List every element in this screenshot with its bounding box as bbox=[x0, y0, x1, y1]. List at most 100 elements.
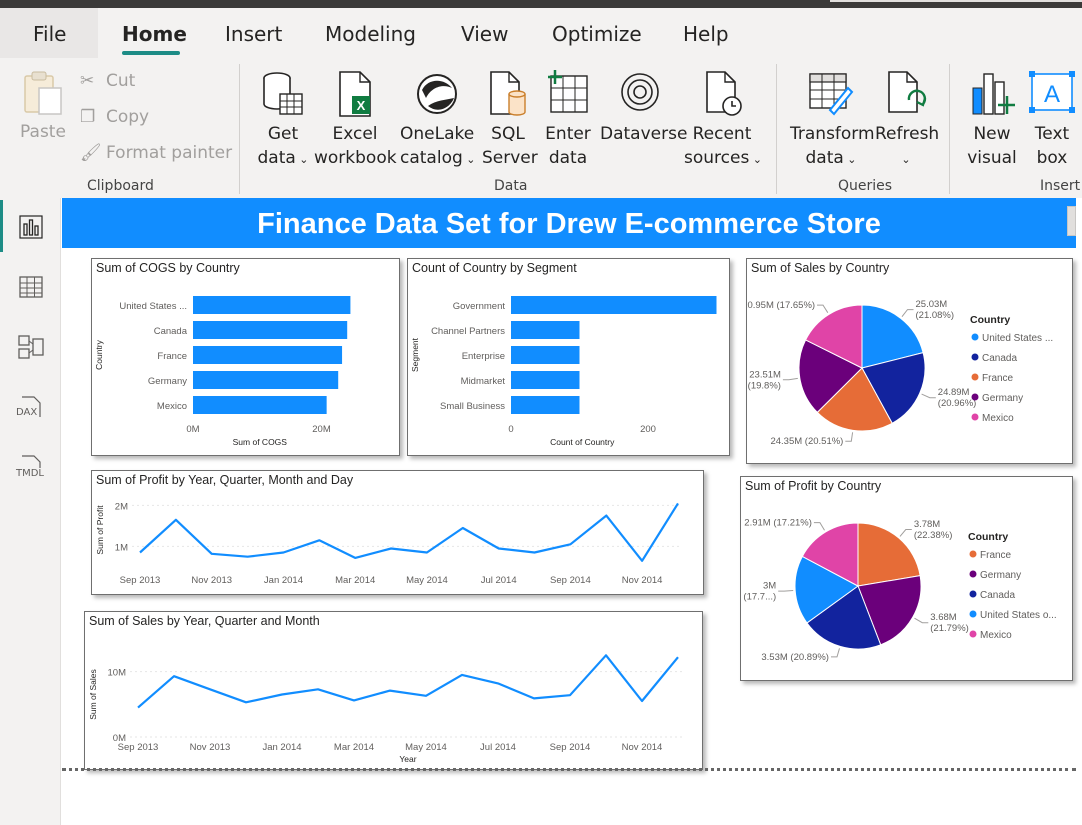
x-tick-label: Nov 2013 bbox=[190, 742, 231, 753]
x-tick-label: Nov 2014 bbox=[622, 575, 663, 586]
onelake-catalog-button[interactable]: OneLake catalog ⌄ bbox=[400, 70, 476, 172]
segment-bar-chart: Government Channel Partners Enterprise Midm… bbox=[410, 296, 717, 447]
chevron-down-icon: ⌄ bbox=[901, 153, 911, 166]
legend-marker bbox=[969, 630, 977, 638]
onelake-label-2: catalog bbox=[400, 148, 463, 168]
copy-button[interactable]: ❐ Copy bbox=[80, 107, 149, 127]
legend-item: United States ... bbox=[982, 333, 1053, 344]
onelake-icon bbox=[417, 74, 457, 114]
legend-marker bbox=[969, 570, 977, 578]
category-label: Midmarket bbox=[461, 376, 506, 387]
tab-home[interactable]: Home bbox=[122, 22, 187, 46]
bar bbox=[193, 346, 343, 364]
bar bbox=[511, 296, 717, 314]
tab-file[interactable]: File bbox=[33, 22, 66, 46]
tab-optimize[interactable]: Optimize bbox=[552, 22, 642, 46]
bar bbox=[511, 371, 580, 389]
tab-view[interactable]: View bbox=[461, 22, 508, 46]
refresh-button[interactable]: Refresh ⌄ bbox=[875, 70, 939, 172]
legend-marker bbox=[971, 413, 979, 421]
legend-marker bbox=[971, 393, 979, 401]
leader-line bbox=[921, 393, 936, 399]
tab-help[interactable]: Help bbox=[683, 22, 729, 46]
excel-label-1: Excel bbox=[332, 124, 378, 144]
chart-card-count-by-segment[interactable]: Count of Country by Segment Government Ch… bbox=[407, 258, 730, 456]
legend-marker bbox=[969, 550, 977, 558]
x-tick-label: Sep 2014 bbox=[550, 742, 591, 753]
category-label: Germany bbox=[148, 376, 187, 387]
dataverse-button[interactable]: Dataverse bbox=[600, 70, 687, 146]
paste-button[interactable]: Paste bbox=[18, 70, 68, 144]
tab-modeling[interactable]: Modeling bbox=[325, 22, 416, 46]
get-data-button[interactable]: Get data ⌄ bbox=[255, 70, 311, 172]
recent-sources-button[interactable]: Recent sources ⌄ bbox=[684, 70, 762, 172]
tab-insert[interactable]: Insert bbox=[225, 22, 282, 46]
y-axis-label: Sum of Profit bbox=[95, 505, 105, 555]
transform-data-button[interactable]: Transform data ⌄ bbox=[790, 70, 875, 172]
data-label: 3.53M (20.89%) bbox=[761, 652, 829, 663]
chart-card-sales-over-time[interactable]: Sum of Sales by Year, Quarter and Month … bbox=[84, 611, 703, 770]
report-view-icon[interactable] bbox=[17, 213, 45, 241]
ribbon-separator bbox=[949, 64, 950, 194]
text-box-button[interactable]: A Text box bbox=[1026, 70, 1078, 170]
leader-line bbox=[782, 377, 798, 381]
category-label: Channel Partners bbox=[431, 326, 505, 337]
bar-chart-plus-icon bbox=[972, 73, 1015, 115]
leader-line bbox=[845, 432, 854, 442]
leader-line bbox=[914, 617, 929, 624]
cut-label: Cut bbox=[106, 71, 136, 91]
data-group-label: Data bbox=[494, 178, 528, 194]
data-label: 3M (17.7...) bbox=[743, 581, 776, 603]
window-title-bar bbox=[0, 0, 1082, 8]
paste-label: Paste bbox=[20, 122, 66, 142]
canvas-scrollbar[interactable] bbox=[1067, 206, 1076, 236]
x-tick-label: 0M bbox=[186, 424, 199, 435]
chevron-down-icon: ⌄ bbox=[462, 153, 476, 166]
excel-icon: X bbox=[339, 71, 371, 117]
category-label: Mexico bbox=[157, 401, 187, 412]
new-visual-label-2: visual bbox=[967, 148, 1017, 168]
chart-card-profit-over-time[interactable]: Sum of Profit by Year, Quarter, Month an… bbox=[91, 470, 704, 595]
dataverse-icon bbox=[621, 73, 659, 111]
tmdl-view-icon[interactable]: TMDL bbox=[14, 454, 48, 484]
dax-query-view-icon[interactable]: DAX bbox=[14, 395, 48, 425]
x-tick-label: Jan 2014 bbox=[262, 742, 301, 753]
x-tick-label: Sep 2013 bbox=[120, 575, 161, 586]
table-view-icon[interactable] bbox=[17, 273, 45, 301]
svg-text:X: X bbox=[357, 98, 366, 113]
data-label: 20.95M (17.65%) bbox=[747, 300, 815, 311]
sql-server-icon bbox=[490, 71, 526, 116]
active-tab-indicator bbox=[122, 51, 180, 55]
y-tick-label: 10M bbox=[108, 668, 127, 679]
chart-card-sales-by-country[interactable]: Sum of Sales by Country 25.03M (21.08%) 24… bbox=[746, 258, 1073, 464]
chevron-down-icon: ⌄ bbox=[295, 153, 309, 166]
text-box-label-1: Text bbox=[1034, 124, 1070, 144]
chart-card-profit-by-country[interactable]: Sum of Profit by Country 3.78M (22.38%) 3.… bbox=[740, 476, 1073, 681]
format-painter-button[interactable]: 🖌 Format painter bbox=[80, 143, 232, 163]
chart-card-cogs-by-country[interactable]: Sum of COGS by Country United States ...… bbox=[91, 258, 400, 456]
excel-workbook-button[interactable]: X Excel workbook bbox=[314, 70, 397, 170]
x-tick-label: Mar 2014 bbox=[334, 742, 374, 753]
x-tick-label: May 2014 bbox=[405, 742, 447, 753]
transform-data-icon bbox=[809, 73, 854, 116]
category-label: Government bbox=[453, 301, 506, 312]
category-label: France bbox=[157, 351, 187, 362]
report-title-banner[interactable]: Finance Data Set for Drew E-commerce Sto… bbox=[62, 198, 1076, 248]
model-view-icon[interactable] bbox=[17, 333, 45, 361]
svg-text:A: A bbox=[1044, 81, 1060, 108]
data-label: 23.51M (19.8%) bbox=[748, 369, 781, 391]
cut-button[interactable]: ✂ Cut bbox=[80, 71, 135, 91]
series-line bbox=[137, 654, 679, 709]
bar bbox=[511, 321, 580, 339]
data-label: 24.89M (20.96%) bbox=[938, 387, 977, 409]
category-label: Canada bbox=[154, 326, 188, 337]
paste-icon bbox=[24, 71, 62, 115]
enter-data-button[interactable]: Enter data bbox=[541, 70, 595, 170]
new-visual-button[interactable]: New visual bbox=[966, 70, 1018, 170]
bar bbox=[193, 296, 351, 314]
legend-marker bbox=[971, 373, 979, 381]
x-tick-label: Jul 2014 bbox=[481, 575, 517, 586]
sql-server-button[interactable]: SQL Server bbox=[482, 70, 538, 170]
x-tick-label: Sep 2014 bbox=[550, 575, 591, 586]
get-data-label-2: data bbox=[257, 148, 296, 168]
